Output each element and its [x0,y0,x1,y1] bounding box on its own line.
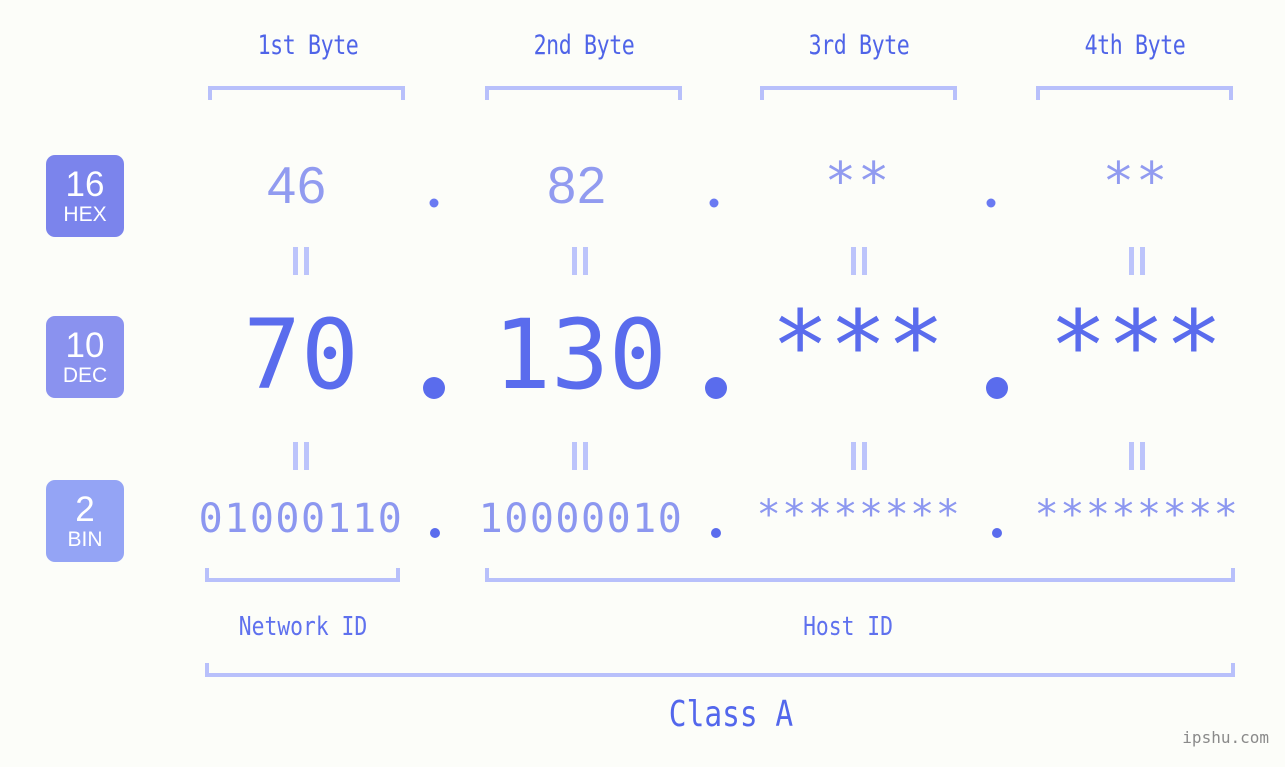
base-badge-bin-number: 2 [75,490,95,529]
bin-separator-1 [430,528,440,538]
bin-byte-4: ******** [1034,492,1240,538]
host-id-bracket [485,568,1235,582]
base-badge-hex-label: HEX [63,203,107,226]
byte-header-4: 4th Byte [1084,30,1186,61]
equality-mark-hex-dec-3 [851,247,867,275]
equality-mark-dec-bin-2 [572,442,588,470]
hex-separator-3 [986,198,996,208]
bin-separator-3 [992,528,1002,538]
byte-bracket-2 [485,86,682,100]
site-watermark: ipshu.com [1182,728,1269,747]
byte-header-1: 1st Byte [257,30,359,61]
class-label: Class A [668,694,794,735]
byte-bracket-4 [1036,86,1233,100]
equality-mark-hex-dec-2 [572,247,588,275]
hex-separator-1 [429,198,439,208]
equality-mark-dec-bin-4 [1129,442,1145,470]
hex-byte-2: 82 [547,157,607,215]
bin-byte-2: 10000010 [478,496,684,542]
dec-separator-1 [423,377,445,399]
bin-byte-1: 01000110 [198,496,404,542]
equality-mark-dec-bin-3 [851,442,867,470]
dec-byte-2: 130 [493,299,667,411]
ip-byte-diagram: 1st Byte 2nd Byte 3rd Byte 4th Byte 16 H… [0,0,1285,767]
host-id-label: Host ID [803,612,893,642]
byte-bracket-3 [760,86,957,100]
base-badge-dec-label: DEC [62,364,108,387]
base-badge-hex-number: 16 [65,165,105,204]
network-id-label: Network ID [238,612,368,642]
hex-byte-4: ** [1102,152,1170,212]
bin-separator-2 [711,528,721,538]
hex-byte-3: ** [824,152,892,212]
equality-mark-hex-dec-1 [293,247,309,275]
bin-byte-3: ******** [756,492,962,538]
dec-byte-4: *** [1049,290,1223,402]
equality-mark-dec-bin-1 [293,442,309,470]
dec-byte-3: *** [771,290,945,402]
network-id-bracket [205,568,400,582]
dec-separator-3 [986,377,1008,399]
base-badge-dec: 10 DEC [46,316,124,398]
base-badge-bin-label: BIN [67,528,103,551]
hex-separator-2 [709,198,719,208]
byte-bracket-1 [208,86,405,100]
hex-byte-1: 46 [267,157,327,215]
byte-header-3: 3rd Byte [808,30,910,61]
equality-mark-hex-dec-4 [1129,247,1145,275]
byte-header-2: 2nd Byte [533,30,635,61]
base-badge-bin: 2 BIN [46,480,124,562]
base-badge-hex: 16 HEX [46,155,124,237]
base-badge-dec-number: 10 [65,326,105,365]
dec-byte-1: 70 [243,299,359,411]
class-bracket [205,663,1235,677]
dec-separator-2 [705,377,727,399]
